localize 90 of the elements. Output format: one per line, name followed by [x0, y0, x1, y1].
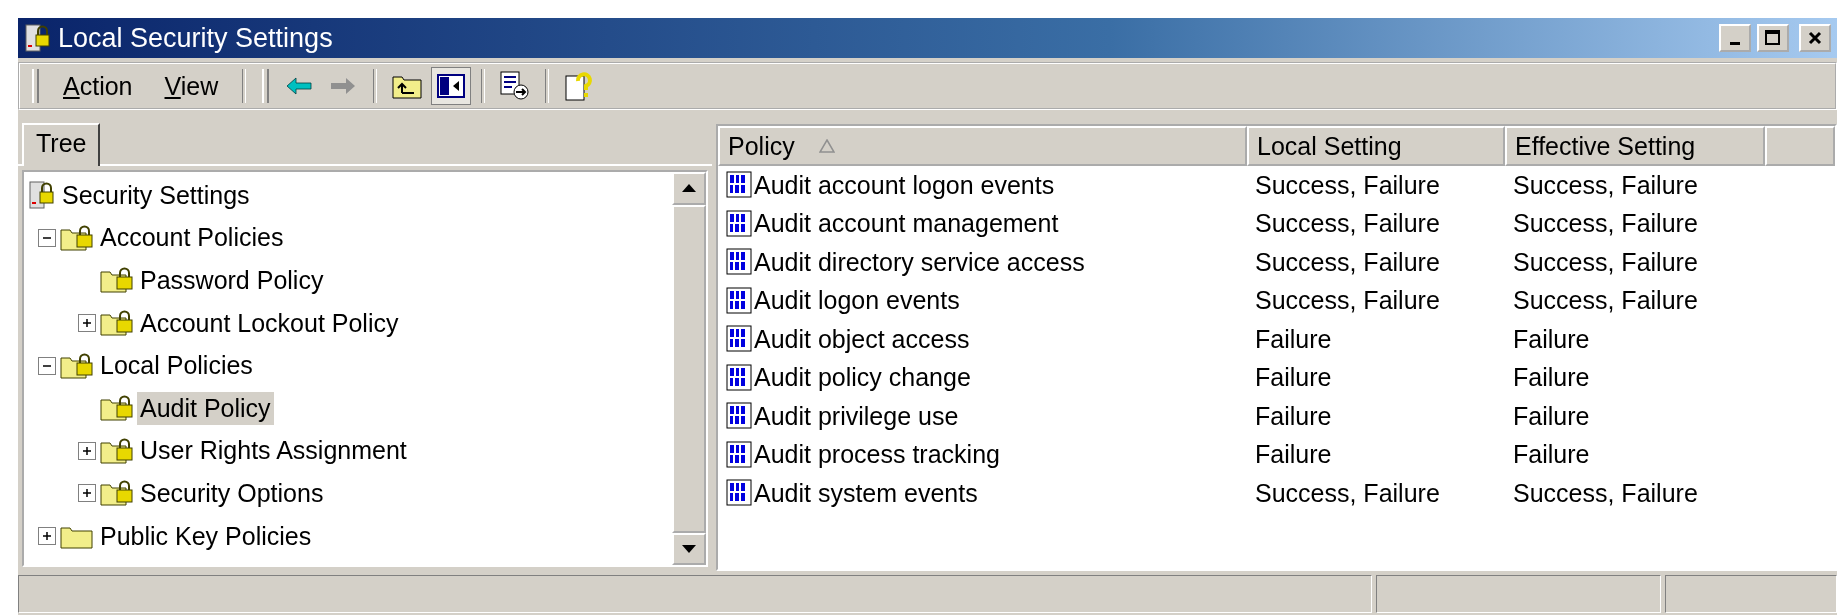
table-cell: Failure [1255, 324, 1332, 354]
table-cell: Audit privilege use [754, 401, 959, 431]
up-arrow-icon [682, 184, 696, 193]
locked-folder-icon [100, 267, 134, 294]
locked-folder-icon [100, 480, 134, 507]
locked-folder-icon [100, 310, 134, 337]
maximize-icon [1765, 30, 1781, 46]
help-icon [565, 71, 594, 101]
table-cell: Failure [1513, 401, 1590, 431]
table-cell: Failure [1513, 440, 1590, 470]
table-cell: Audit system events [754, 478, 978, 508]
table-cell: Success, Failure [1255, 247, 1440, 277]
tree-item[interactable]: Public Key Policies [97, 519, 315, 553]
table-cell: Failure [1513, 324, 1590, 354]
locked-folder-icon [100, 395, 134, 422]
toolbar-grip[interactable] [32, 69, 39, 103]
close-icon [1808, 31, 1822, 45]
policy-icon [726, 479, 754, 508]
policy-icon [726, 440, 754, 469]
policy-icon [726, 171, 754, 200]
table-cell: Success, Failure [1513, 247, 1698, 277]
forward-arrow-icon [330, 77, 357, 95]
close-button[interactable] [1799, 24, 1831, 52]
tree-item[interactable]: Audit Policy [137, 391, 274, 425]
table-cell: Failure [1255, 440, 1332, 470]
policy-icon [726, 325, 754, 354]
policy-icon [726, 209, 754, 238]
policy-icon [726, 402, 754, 431]
tree-item[interactable]: Local Policies [97, 349, 256, 383]
expand-toggle[interactable] [38, 527, 56, 546]
plus-icon [82, 445, 92, 456]
collapse-toggle[interactable] [38, 228, 56, 247]
export-list-icon [500, 71, 531, 101]
down-arrow-icon [682, 544, 696, 553]
column-header[interactable]: Local Setting [1247, 126, 1505, 166]
show-tree-icon [437, 74, 466, 98]
table-cell: Success, Failure [1513, 170, 1698, 200]
tree-item[interactable]: Account Lockout Policy [137, 306, 402, 340]
policy-icon [726, 248, 754, 277]
policy-icon [726, 286, 754, 315]
table-cell: Failure [1255, 363, 1332, 393]
tab[interactable]: Tree [22, 123, 101, 166]
table-cell: Success, Failure [1513, 478, 1698, 508]
tree-item[interactable]: User Rights Assignment [137, 434, 410, 468]
menu-item[interactable]: Action [49, 67, 147, 105]
locked-folder-icon [100, 437, 134, 464]
table-cell: Audit directory service access [754, 247, 1085, 277]
table-cell: Failure [1255, 401, 1332, 431]
table-cell: Audit account management [754, 209, 1059, 239]
table-cell: Audit object access [754, 324, 970, 354]
table-cell: Audit account logon events [754, 170, 1055, 200]
table-cell: Success, Failure [1513, 286, 1698, 316]
locked-folder-icon [60, 352, 94, 379]
minimize-button[interactable] [1719, 24, 1751, 52]
column-header[interactable]: Effective Setting [1505, 126, 1765, 166]
toolbar-grip[interactable] [262, 69, 270, 103]
collapse-toggle[interactable] [38, 356, 56, 375]
minimize-icon [1730, 41, 1740, 45]
column-header[interactable]: Policy [718, 126, 1247, 166]
expand-toggle[interactable] [78, 314, 96, 333]
plus-icon [82, 488, 92, 499]
tree-item[interactable]: Security Options [137, 476, 327, 510]
table-cell: Success, Failure [1255, 478, 1440, 508]
server-lock-icon [28, 180, 56, 211]
back-arrow-icon [286, 77, 313, 95]
table-cell: Audit logon events [754, 286, 960, 316]
table-cell: Audit policy change [754, 363, 971, 393]
window-title: Local Security Settings [58, 22, 334, 54]
tree-item[interactable]: Password Policy [137, 264, 327, 297]
tree-item[interactable]: Account Policies [97, 221, 287, 255]
toolbar-button[interactable] [431, 67, 472, 105]
table-cell: Audit process tracking [754, 440, 1000, 470]
plus-icon [42, 531, 52, 542]
policy-icon [726, 363, 754, 392]
table-cell: Success, Failure [1513, 209, 1698, 239]
expand-toggle[interactable] [78, 441, 96, 460]
table-cell: Success, Failure [1255, 170, 1440, 200]
expand-toggle[interactable] [78, 484, 96, 503]
maximize-button[interactable] [1757, 24, 1789, 52]
table-cell: Failure [1513, 363, 1590, 393]
menu-item[interactable]: View [150, 67, 233, 105]
tree-item[interactable]: Security Settings [59, 178, 253, 212]
scrollbar[interactable] [672, 172, 706, 565]
up-folder-icon [392, 73, 423, 99]
table-cell: Success, Failure [1255, 286, 1440, 316]
locked-folder-icon [60, 224, 94, 251]
server-lock-icon [24, 23, 52, 53]
plus-icon [82, 318, 92, 329]
table-cell: Success, Failure [1255, 209, 1440, 239]
sort-arrow-icon [818, 139, 835, 153]
